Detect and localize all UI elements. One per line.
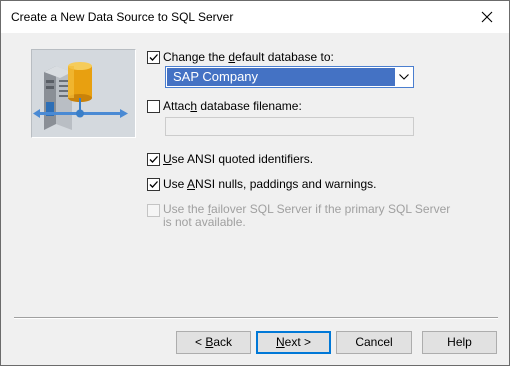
database-server-network-icon — [33, 62, 128, 130]
ansi-quoted-option[interactable]: Use ANSI quoted identifiers. — [147, 152, 313, 168]
dropdown-button[interactable] — [396, 68, 412, 86]
database-select-value: SAP Company — [167, 68, 395, 86]
help-button[interactable]: Help — [422, 331, 497, 354]
ansi-nulls-checkbox[interactable] — [147, 178, 160, 191]
dialog-window: Create a New Data Source to SQL Server C… — [0, 0, 510, 366]
checkmark-icon — [149, 54, 158, 61]
button-divider — [14, 317, 498, 319]
change-default-db-option[interactable]: Change the default database to: — [147, 50, 334, 66]
ansi-nulls-label: Use ANSI nulls, paddings and warnings. — [163, 177, 377, 191]
attach-db-option[interactable]: Attach database filename: — [147, 99, 302, 115]
checkmark-icon — [149, 156, 158, 163]
checkmark-icon — [149, 181, 158, 188]
wizard-illustration — [31, 49, 136, 138]
attach-db-filename-field[interactable] — [165, 117, 414, 136]
database-select[interactable]: SAP Company — [165, 66, 414, 88]
close-button[interactable] — [465, 1, 509, 33]
chevron-down-icon — [399, 74, 409, 80]
title-bar[interactable]: Create a New Data Source to SQL Server — [1, 1, 509, 33]
failover-checkbox[interactable] — [147, 204, 160, 217]
attach-db-checkbox[interactable] — [147, 100, 160, 113]
back-button[interactable]: < Back — [176, 331, 251, 354]
window-title: Create a New Data Source to SQL Server — [11, 10, 234, 24]
attach-db-label: Attach database filename: — [163, 99, 302, 113]
next-button[interactable]: Next > — [256, 331, 331, 354]
ansi-nulls-option[interactable]: Use ANSI nulls, paddings and warnings. — [147, 177, 376, 193]
failover-label: Use the failover SQL Server if the prima… — [163, 202, 451, 229]
close-icon — [481, 11, 493, 23]
change-default-db-checkbox[interactable] — [147, 51, 160, 64]
cancel-button[interactable]: Cancel — [336, 331, 412, 354]
ansi-quoted-label: Use ANSI quoted identifiers. — [163, 152, 314, 166]
ansi-quoted-checkbox[interactable] — [147, 153, 160, 166]
change-default-db-label: Change the default database to: — [163, 50, 334, 64]
failover-option[interactable]: Use the failover SQL Server if the prima… — [147, 203, 453, 231]
